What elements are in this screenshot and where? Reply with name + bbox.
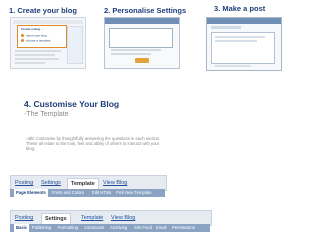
header-bar (105, 18, 179, 24)
subtab-page-elements[interactable]: Page Elements (14, 189, 48, 197)
subtab-permissions[interactable]: Permissions (172, 224, 195, 232)
header-banner (13, 20, 83, 24)
step-4-title: 4. Customise Your Blog (24, 99, 120, 109)
steps-callout: Create a blog → name your blog choose a … (17, 25, 67, 48)
tab-template[interactable]: Template (81, 213, 103, 223)
step-2-title: 2. Personalise Settings (104, 6, 187, 15)
tab-view-blog[interactable]: View Blog (103, 178, 127, 188)
text-line (111, 49, 161, 51)
tab-posting[interactable]: Posting (15, 213, 33, 223)
bullet-icon (21, 39, 24, 42)
text-line (15, 58, 59, 60)
tab-template[interactable]: Template (67, 178, 99, 189)
callout-item: Create a blog → (21, 27, 44, 31)
slide: 1. Create your blog 2. Personalise Setti… (0, 0, 320, 240)
subtab-edit-html[interactable]: Edit HTML (92, 189, 112, 197)
subtab-email[interactable]: Email (156, 224, 166, 232)
callout-item: name your blog (21, 34, 47, 37)
step-1-title: 1. Create your blog (9, 6, 77, 15)
subtab-comments[interactable]: Comments (84, 224, 104, 232)
side-pane (67, 26, 83, 64)
tab-posting[interactable]: Posting (15, 178, 33, 188)
create-blog-screenshot: Create a blog → name your blog choose a … (10, 17, 86, 69)
subtab-formatting[interactable]: Formatting (58, 224, 78, 232)
section-description: =Blir Customise by thoughtfully answerin… (26, 136, 161, 152)
tab-view-blog[interactable]: View Blog (111, 213, 135, 223)
subtab-fonts-colors[interactable]: Fonts and Colors (52, 189, 84, 197)
save-button[interactable] (135, 58, 149, 63)
text-line (111, 53, 151, 55)
text-line (215, 36, 265, 38)
text-line (215, 65, 251, 67)
subtab-pick-template[interactable]: Pick New Template (116, 189, 152, 197)
tab-settings[interactable]: Settings (41, 178, 61, 188)
tab-settings[interactable]: Settings (41, 213, 71, 224)
text-line (215, 40, 257, 42)
template-subtab-bar: Page Elements Fonts and Colors Edit HTML… (10, 189, 165, 197)
section-subtitle: -The Template (24, 111, 69, 118)
subtab-basic[interactable]: Basic (14, 224, 30, 232)
text-line (15, 50, 61, 52)
subtab-publishing[interactable]: Publishing (32, 224, 51, 232)
subtab-archiving[interactable]: Archiving (110, 224, 127, 232)
post-editor-screenshot (206, 17, 282, 71)
text-line (15, 54, 55, 56)
subtab-site-feed[interactable]: Site Feed (134, 224, 152, 232)
settings-screenshot (104, 17, 180, 69)
editor-tabs (211, 26, 241, 29)
bullet-icon (21, 34, 24, 37)
settings-box (109, 28, 173, 48)
step-3-title: 3. Make a post (214, 4, 266, 13)
header-bar (207, 18, 281, 24)
text-line (15, 62, 45, 64)
settings-subtab-bar: Basic Publishing Formatting Comments Arc… (10, 224, 210, 232)
callout-item: choose a template (21, 39, 51, 42)
